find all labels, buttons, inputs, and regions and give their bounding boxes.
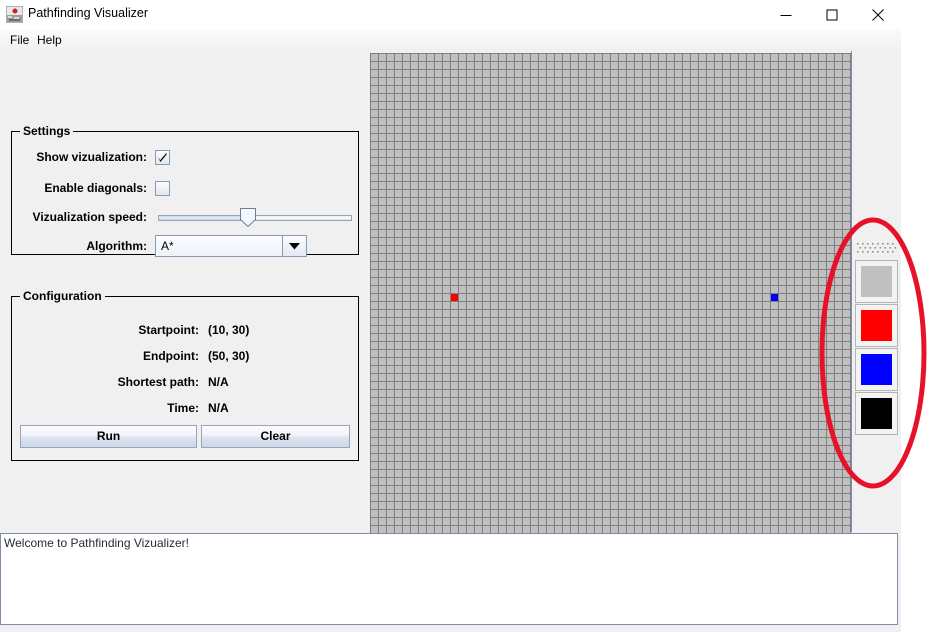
- visualization-speed-label: Vizualization speed:: [32, 210, 147, 224]
- minimize-icon: [780, 14, 792, 16]
- startpoint-value: (10, 30): [208, 323, 250, 337]
- title-bar: Pathfinding Visualizer: [0, 0, 901, 29]
- show-visualization-row: Show vizualization:: [12, 146, 358, 168]
- enable-diagonals-row: Enable diagonals:: [12, 177, 358, 199]
- end-node[interactable]: [771, 294, 778, 301]
- window-title: Pathfinding Visualizer: [28, 6, 148, 20]
- shortest-path-value: N/A: [208, 375, 229, 389]
- slider-fill: [159, 216, 241, 220]
- checkmark-icon: [158, 152, 167, 162]
- algorithm-row: Algorithm: A*: [12, 235, 358, 257]
- swatch-empty: [861, 266, 892, 297]
- control-panel: Settings Show vizualization: Enable diag…: [0, 51, 370, 532]
- shortest-path-label: Shortest path:: [117, 375, 199, 389]
- algorithm-selected-value: A*: [161, 239, 174, 253]
- log-console[interactable]: Welcome to Pathfinding Vizualizer!: [0, 533, 898, 625]
- color-palette-toolbar: [855, 241, 898, 437]
- palette-swatch-empty-button[interactable]: [855, 260, 898, 303]
- palette-swatch-start-button[interactable]: [855, 304, 898, 347]
- swatch-wall: [861, 398, 892, 429]
- slider-thumb[interactable]: [240, 208, 256, 228]
- enable-diagonals-label: Enable diagonals:: [44, 181, 147, 195]
- startpoint-label: Startpoint:: [138, 323, 199, 337]
- palette-swatch-wall-button[interactable]: [855, 392, 898, 435]
- menu-bar: File Help: [0, 29, 901, 51]
- start-node[interactable]: [451, 294, 458, 301]
- time-value: N/A: [208, 401, 229, 415]
- maximize-icon: [826, 9, 838, 20]
- minimize-button[interactable]: [763, 0, 809, 29]
- visualization-speed-slider[interactable]: [158, 206, 352, 228]
- drag-handle-icon[interactable]: [855, 241, 898, 257]
- chevron-down-icon: [289, 243, 300, 250]
- pathfinding-grid[interactable]: [370, 53, 851, 533]
- app-icon: [5, 5, 24, 24]
- application-window: Pathfinding Visualizer File Help Setting…: [0, 0, 927, 632]
- clear-button[interactable]: Clear: [201, 425, 350, 448]
- time-label: Time:: [167, 401, 199, 415]
- close-button[interactable]: [855, 0, 901, 29]
- enable-diagonals-checkbox[interactable]: [155, 181, 170, 196]
- palette-swatch-end-button[interactable]: [855, 348, 898, 391]
- algorithm-label: Algorithm:: [86, 239, 147, 253]
- swatch-start: [861, 310, 892, 341]
- log-line: Welcome to Pathfinding Vizualizer!: [4, 536, 189, 550]
- menu-item-help[interactable]: Help: [31, 32, 68, 48]
- swatch-end: [861, 354, 892, 385]
- show-visualization-checkbox[interactable]: [155, 150, 170, 165]
- configuration-group: Configuration Startpoint: (10, 30) Endpo…: [11, 289, 359, 461]
- show-visualization-label: Show vizualization:: [36, 150, 147, 164]
- endpoint-label: Endpoint:: [143, 349, 199, 363]
- maximize-button[interactable]: [809, 0, 855, 29]
- run-button[interactable]: Run: [20, 425, 197, 448]
- algorithm-dropdown-button[interactable]: [282, 236, 306, 256]
- endpoint-value: (50, 30): [208, 349, 250, 363]
- algorithm-combobox[interactable]: A*: [155, 235, 307, 257]
- main-content: Settings Show vizualization: Enable diag…: [0, 51, 927, 533]
- close-icon: [872, 8, 884, 21]
- settings-group: Settings Show vizualization: Enable diag…: [11, 124, 359, 257]
- settings-group-legend: Settings: [20, 124, 74, 138]
- visualization-speed-row: Vizualization speed:: [12, 206, 358, 228]
- grid-panel: [370, 51, 852, 533]
- configuration-group-legend: Configuration: [20, 289, 105, 303]
